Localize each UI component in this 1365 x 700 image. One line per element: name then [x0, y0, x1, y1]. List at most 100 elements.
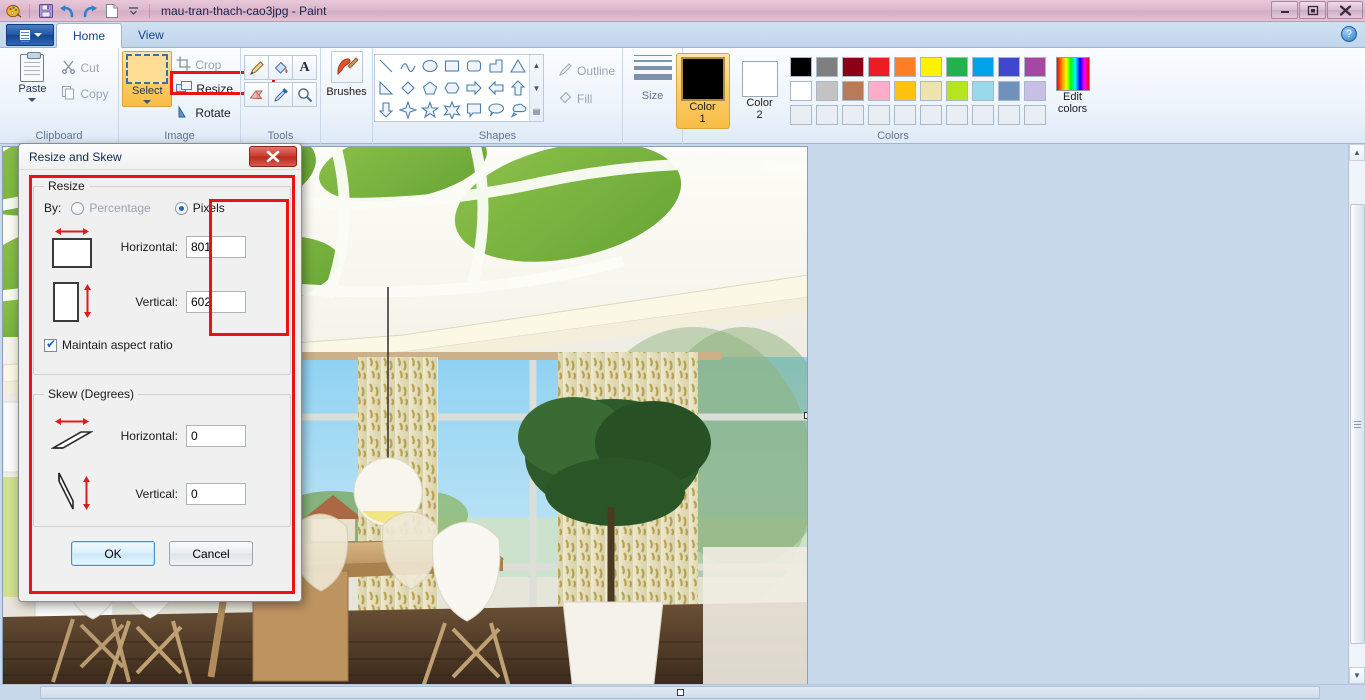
shape-cloud-callout[interactable]	[507, 99, 529, 121]
color-swatch[interactable]	[1024, 81, 1046, 101]
color-swatch[interactable]	[946, 81, 968, 101]
select-button[interactable]: Select	[122, 51, 172, 107]
minimize-button[interactable]	[1271, 1, 1298, 19]
color-2-button[interactable]: Color 2	[738, 53, 782, 124]
color-swatch[interactable]	[816, 57, 838, 77]
color-swatch[interactable]	[894, 81, 916, 101]
fill-with-color-icon[interactable]	[268, 55, 293, 80]
tab-view[interactable]: View	[122, 22, 180, 47]
edit-colors-button[interactable]: Edit colors	[1056, 53, 1090, 115]
color-swatch[interactable]	[816, 105, 838, 125]
help-icon[interactable]: ?	[1341, 26, 1357, 42]
shape-up-arrow[interactable]	[507, 77, 529, 99]
paste-button[interactable]: Paste	[7, 51, 57, 102]
cancel-button[interactable]: Cancel	[169, 541, 253, 566]
color-swatch[interactable]	[868, 57, 890, 77]
shape-triangle[interactable]	[507, 55, 529, 77]
color-swatch[interactable]	[946, 105, 968, 125]
shapes-scroll-down-icon[interactable]: ▼	[530, 78, 543, 98]
shapes-scrollbar[interactable]: ▲ ▼ ▤	[529, 55, 543, 121]
paint-app-icon[interactable]	[4, 2, 23, 20]
shape-five-point-star[interactable]	[419, 99, 441, 121]
color-swatch[interactable]	[790, 81, 812, 101]
file-menu-button[interactable]	[6, 24, 54, 46]
shape-four-point-star[interactable]	[397, 99, 419, 121]
pixels-radio[interactable]	[175, 202, 188, 215]
shape-diamond[interactable]	[397, 77, 419, 99]
maintain-aspect-ratio-checkbox[interactable]	[44, 339, 57, 352]
color-swatch[interactable]	[920, 57, 942, 77]
customize-qat-icon[interactable]	[124, 2, 143, 20]
fill-button[interactable]: Fill	[556, 88, 621, 110]
color-swatch[interactable]	[972, 105, 994, 125]
shape-hexagon[interactable]	[441, 77, 463, 99]
shape-rectangle[interactable]	[441, 55, 463, 77]
new-file-icon[interactable]	[102, 2, 121, 20]
color-swatch[interactable]	[998, 57, 1020, 77]
resize-button[interactable]: Resize	[174, 78, 236, 100]
tab-home[interactable]: Home	[56, 23, 122, 48]
color-swatch[interactable]	[1024, 57, 1046, 77]
shape-down-arrow[interactable]	[375, 99, 397, 121]
scroll-up-icon[interactable]: ▲	[1349, 144, 1365, 161]
resize-and-skew-dialog[interactable]: Resize and Skew Resize By: Percentage Pi…	[18, 143, 302, 602]
color-picker-icon[interactable]	[268, 82, 293, 107]
color-swatch[interactable]	[842, 105, 864, 125]
color-swatch[interactable]	[894, 57, 916, 77]
shape-right-arrow[interactable]	[463, 77, 485, 99]
ok-button[interactable]: OK	[71, 541, 155, 566]
color-swatch[interactable]	[790, 105, 812, 125]
shape-oval-callout[interactable]	[485, 99, 507, 121]
color-swatch[interactable]	[972, 81, 994, 101]
vertical-scroll-thumb[interactable]	[1350, 204, 1365, 644]
text-icon[interactable]: A	[292, 55, 317, 80]
color-swatch[interactable]	[868, 105, 890, 125]
shape-right-triangle[interactable]	[375, 77, 397, 99]
color-swatch[interactable]	[842, 57, 864, 77]
shape-left-arrow[interactable]	[485, 77, 507, 99]
color-1-button[interactable]: Color 1	[676, 53, 730, 129]
color-swatch[interactable]	[998, 81, 1020, 101]
horizontal-scroll-thumb[interactable]	[40, 686, 1320, 699]
brush-icon[interactable]	[331, 51, 363, 83]
magnifier-icon[interactable]	[292, 82, 317, 107]
color-swatch[interactable]	[894, 105, 916, 125]
shapes-expand-icon[interactable]: ▤	[530, 101, 543, 121]
shape-six-point-star[interactable]	[441, 99, 463, 121]
skew-horizontal-input[interactable]	[186, 425, 246, 447]
color-swatch[interactable]	[790, 57, 812, 77]
rotate-button[interactable]: Rotate	[174, 102, 236, 124]
color-swatch[interactable]	[998, 105, 1020, 125]
maintain-aspect-ratio-option[interactable]: Maintain aspect ratio	[44, 338, 280, 352]
vertical-scrollbar[interactable]: ▲ ▼	[1348, 144, 1365, 684]
color-swatch[interactable]	[920, 81, 942, 101]
color-swatch[interactable]	[920, 105, 942, 125]
percentage-radio[interactable]	[71, 202, 84, 215]
outline-button[interactable]: Outline	[556, 60, 621, 82]
color-swatch[interactable]	[868, 81, 890, 101]
horizontal-scrollbar[interactable]	[0, 684, 1365, 700]
resize-horizontal-input[interactable]	[186, 236, 246, 258]
pencil-icon[interactable]	[244, 55, 269, 80]
resize-vertical-input[interactable]	[186, 291, 246, 313]
color-swatch[interactable]	[972, 57, 994, 77]
scroll-down-icon[interactable]: ▼	[1349, 667, 1365, 684]
shape-polygon[interactable]	[485, 55, 507, 77]
color-swatch[interactable]	[1024, 105, 1046, 125]
eraser-icon[interactable]	[244, 82, 269, 107]
undo-icon[interactable]	[58, 2, 77, 20]
shapes-gallery[interactable]: ▲ ▼ ▤	[374, 54, 544, 122]
maximize-button[interactable]	[1299, 1, 1326, 19]
skew-vertical-input[interactable]	[186, 483, 246, 505]
color-swatch[interactable]	[816, 81, 838, 101]
redo-icon[interactable]	[80, 2, 99, 20]
dialog-close-button[interactable]	[249, 146, 297, 167]
shape-curve[interactable]	[397, 55, 419, 77]
cut-button[interactable]: Cut	[59, 57, 110, 79]
shapes-scroll-up-icon[interactable]: ▲	[530, 55, 543, 75]
crop-button[interactable]: Crop	[174, 54, 236, 76]
save-icon[interactable]	[36, 2, 55, 20]
canvas-resize-handle-right[interactable]	[804, 412, 808, 419]
shape-line[interactable]	[375, 55, 397, 77]
copy-button[interactable]: Copy	[59, 83, 110, 105]
